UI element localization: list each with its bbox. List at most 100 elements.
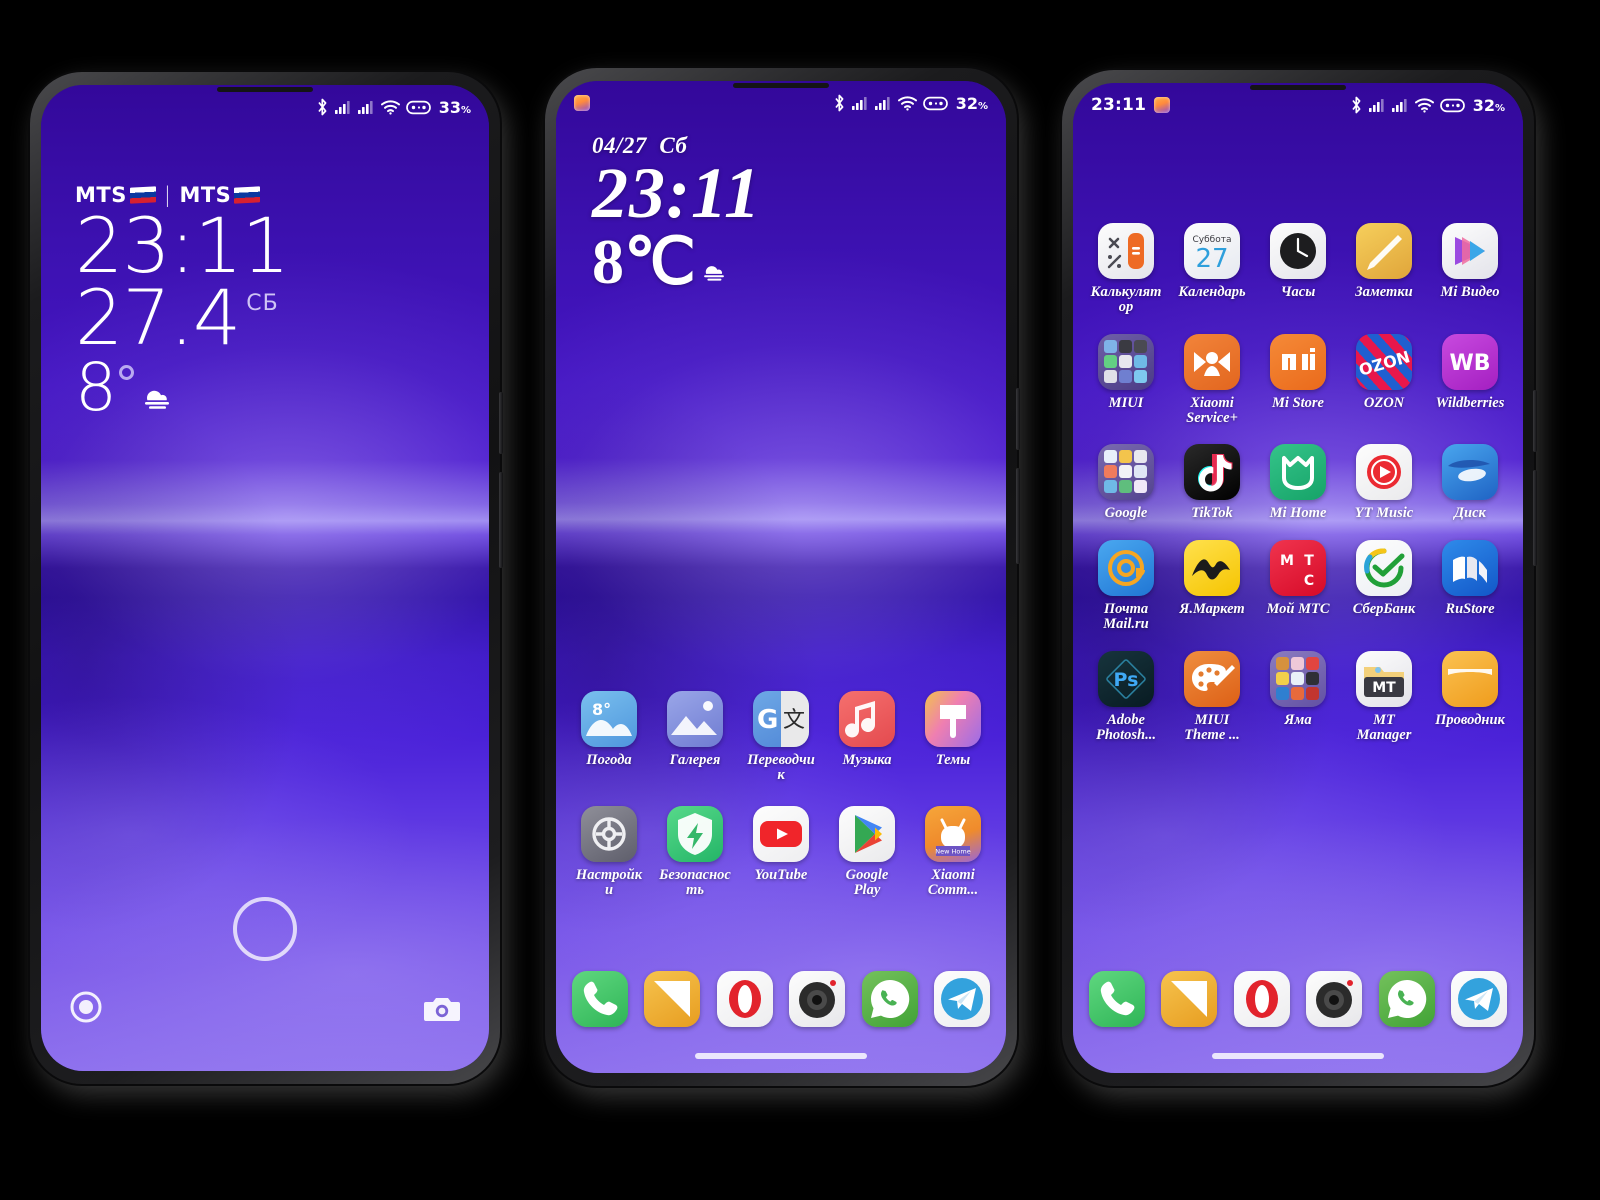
app-ozon[interactable]: OZON OZON	[1341, 333, 1427, 427]
app-xiaomi-community[interactable]: New Home Xiaomi Comm...	[910, 805, 996, 899]
phone-3-screen: 23:11 32% Калькулятор Суббота 27 Календа…	[1073, 83, 1523, 1073]
screenshot-stage: 33% MTS | MTS 23:11 27.4 СБ 8 32% 04/27 …	[0, 0, 1600, 1200]
app-mt-manager[interactable]: MT MT Manager	[1341, 650, 1427, 744]
power-button[interactable]	[1016, 388, 1020, 450]
camera-icon[interactable]	[423, 994, 461, 1029]
calendar-icon: Суббота 27	[1184, 223, 1240, 279]
telegram-icon[interactable]	[933, 971, 990, 1027]
app-label: Xiaomi Comm...	[927, 866, 979, 899]
miui-theme-editor-icon	[1184, 650, 1240, 707]
app-mi-store[interactable]: Mi Store	[1255, 333, 1341, 427]
power-button[interactable]	[499, 392, 503, 454]
svg-text:MT: MT	[1372, 680, 1396, 696]
app-folder-yama[interactable]: Яма	[1255, 650, 1341, 744]
svg-text:М: М	[1280, 553, 1294, 569]
fog-icon	[140, 385, 174, 416]
app-label: Безопасность	[659, 866, 731, 899]
app-clock[interactable]: Часы	[1255, 223, 1341, 316]
app-sberbank[interactable]: СберБанк	[1341, 539, 1427, 633]
app-translate[interactable]: G 文 Переводчик	[738, 691, 824, 784]
app-mi-home[interactable]: Mi Home	[1255, 444, 1341, 521]
clock-icon	[1270, 223, 1326, 279]
app-music[interactable]: Музыка	[824, 691, 910, 784]
app-label: MIUI Theme ...	[1184, 711, 1240, 743]
svg-text:New Home: New Home	[935, 847, 970, 855]
camera-icon[interactable]	[789, 971, 846, 1027]
app-label: Mi Store	[1272, 394, 1324, 411]
app-label: YT Music	[1354, 505, 1414, 522]
messages-icon[interactable]	[1161, 971, 1218, 1027]
earpiece-speaker	[733, 83, 829, 88]
phone-icon[interactable]	[1089, 971, 1145, 1027]
phone-icon[interactable]	[572, 971, 628, 1027]
app-xiaomi-service[interactable]: Xiaomi Service+	[1169, 333, 1255, 427]
power-button[interactable]	[1533, 390, 1537, 452]
app-label: Google Play	[845, 866, 889, 899]
app-calendar[interactable]: Суббота 27 Календарь	[1169, 223, 1255, 316]
volume-button[interactable]	[499, 472, 503, 568]
app-youtube[interactable]: YouTube	[738, 805, 824, 899]
app-mts[interactable]: М Т С Мой МТС	[1255, 539, 1341, 633]
notes-pencil-icon	[1356, 223, 1412, 279]
home-indicator[interactable]	[1212, 1053, 1384, 1059]
wifi-icon	[1414, 97, 1434, 113]
svg-text:Ps: Ps	[1114, 669, 1139, 691]
telegram-icon[interactable]	[1450, 971, 1507, 1027]
record-circle-icon[interactable]	[69, 990, 103, 1029]
volume-button[interactable]	[1533, 470, 1537, 566]
app-mail-ru[interactable]: Почта Mail.ru	[1083, 539, 1169, 633]
opera-icon[interactable]	[716, 971, 773, 1027]
russia-flag-icon	[234, 186, 261, 204]
opera-icon[interactable]	[1233, 971, 1290, 1027]
app-tiktok[interactable]: TikTok	[1169, 444, 1255, 521]
app-mi-video[interactable]: Mi Видео	[1427, 223, 1513, 316]
camera-icon[interactable]	[1306, 971, 1363, 1027]
app-label: Музыка	[842, 752, 892, 768]
app-yt-music[interactable]: YT Music	[1341, 444, 1427, 521]
unlock-circle-icon[interactable]	[233, 897, 297, 961]
app-notification-icon[interactable]	[574, 95, 590, 111]
widget-time: 23:11	[592, 153, 762, 233]
app-label: Часы	[1280, 284, 1316, 300]
volume-button[interactable]	[1016, 468, 1020, 564]
signal-bars-icon	[1391, 97, 1409, 113]
app-folder-miui[interactable]: MIUI	[1083, 333, 1169, 427]
messages-icon[interactable]	[644, 971, 701, 1027]
app-settings[interactable]: Настройки	[566, 805, 652, 899]
russia-flag-icon	[129, 186, 156, 204]
mi-store-icon	[1270, 333, 1326, 390]
app-themes[interactable]: Темы	[910, 691, 996, 784]
whatsapp-icon[interactable]	[1378, 971, 1435, 1027]
app-folder-google[interactable]: Google	[1083, 444, 1169, 521]
app-calculator[interactable]: Калькулятор	[1083, 223, 1169, 316]
svg-text:OZON: OZON	[1357, 347, 1412, 380]
app-gallery[interactable]: Галерея	[652, 691, 738, 784]
signal-bars-icon	[874, 95, 892, 111]
app-label: Mi Видео	[1440, 284, 1500, 300]
app-file-explorer[interactable]: Проводник	[1427, 650, 1513, 744]
app-photoshop[interactable]: Ps Adobe Photosh...	[1083, 650, 1169, 744]
app-weather[interactable]: 8° Погода	[566, 691, 652, 784]
app-notification-icon[interactable]	[1154, 97, 1171, 113]
app-yandex-disk[interactable]: Диск	[1427, 444, 1513, 521]
clock-weather-widget[interactable]: 04/27 Сб 23:11 8℃	[592, 133, 761, 294]
app-notes[interactable]: Заметки	[1341, 223, 1427, 316]
earpiece-speaker	[1250, 85, 1346, 90]
app-yandex-market[interactable]: Я.Маркет	[1169, 539, 1255, 633]
whatsapp-icon[interactable]	[861, 971, 918, 1027]
calculator-icon	[1098, 223, 1154, 279]
app-google-play[interactable]: Google Play	[824, 805, 910, 899]
app-rustore[interactable]: RuStore	[1427, 539, 1513, 633]
themes-icon	[925, 691, 981, 747]
mt-manager-icon: MT	[1356, 650, 1412, 707]
app-label: Mi Home	[1269, 505, 1327, 522]
battery-percent-2: 32%	[955, 93, 988, 113]
home-indicator[interactable]	[695, 1053, 867, 1059]
svg-text:文: 文	[783, 708, 805, 733]
app-security[interactable]: Безопасность	[652, 805, 738, 899]
app-miui-theme-editor[interactable]: MIUI Theme ...	[1169, 650, 1255, 744]
app-label: Переводчик	[747, 752, 815, 784]
google-play-icon	[839, 805, 895, 862]
earpiece-speaker	[217, 87, 313, 92]
app-wildberries[interactable]: WB Wildberries	[1427, 333, 1513, 427]
